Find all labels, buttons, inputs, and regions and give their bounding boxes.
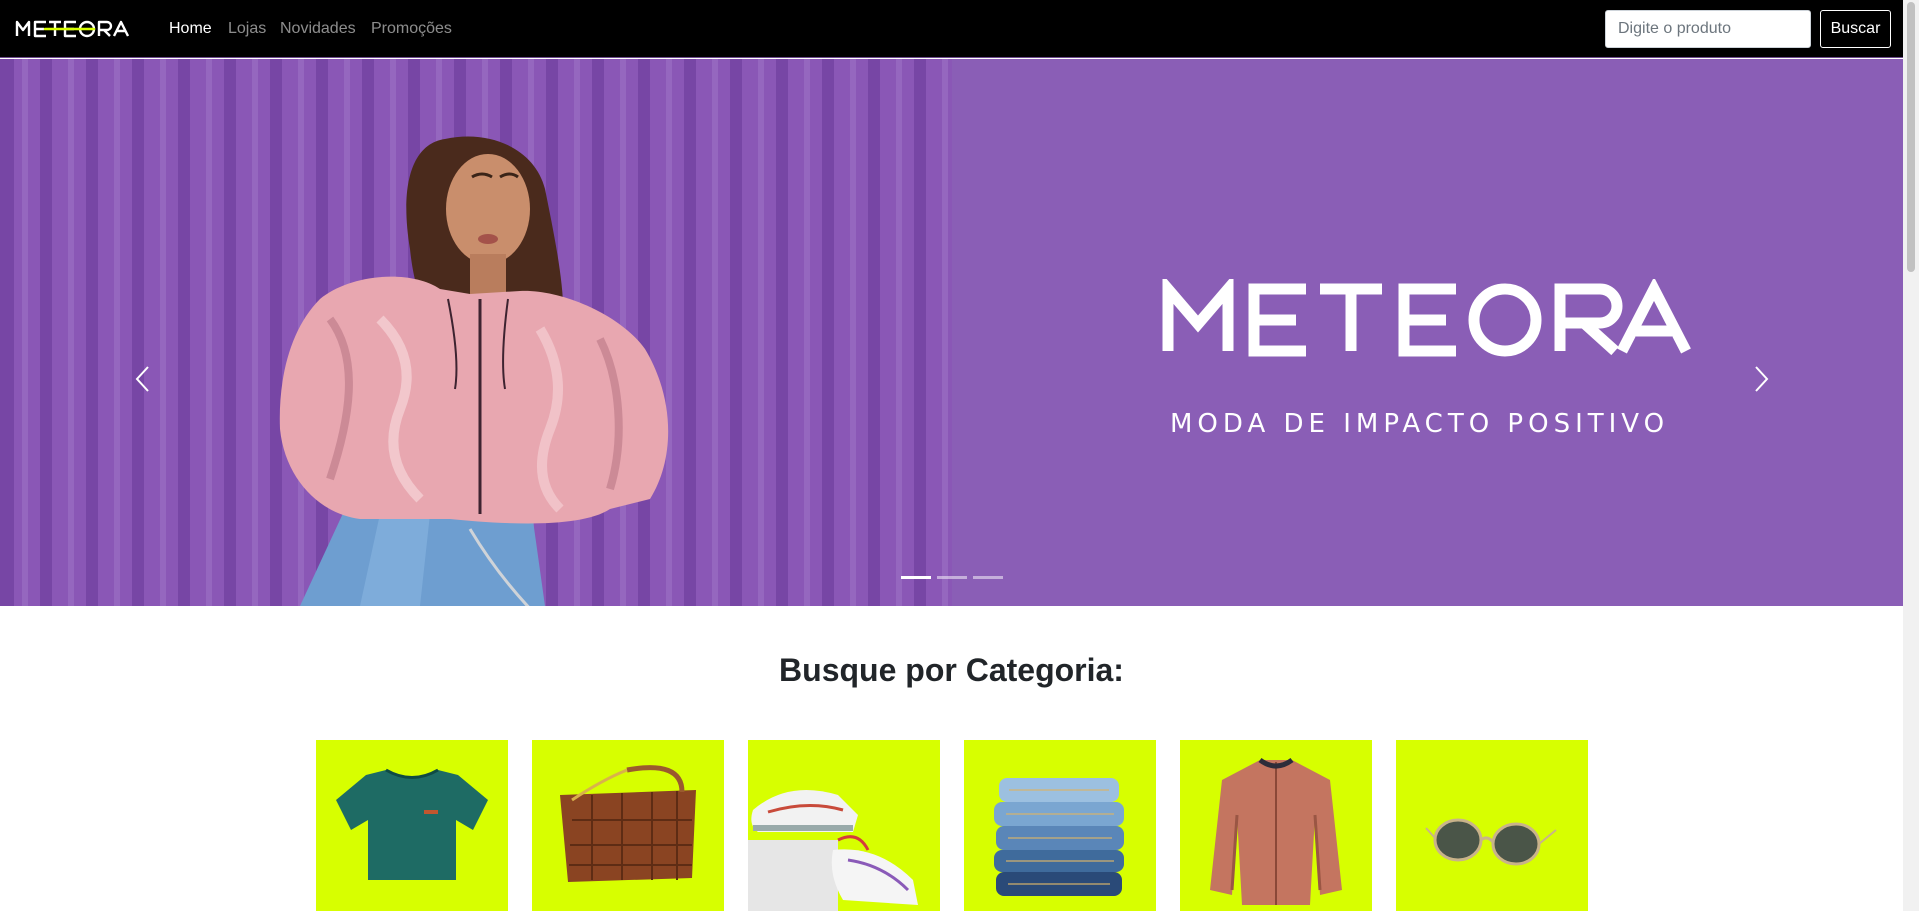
carousel-indicators xyxy=(901,576,1005,580)
category-card-bag[interactable] xyxy=(532,740,724,911)
category-card-sunglasses[interactable] xyxy=(1396,740,1588,911)
nav-link-home[interactable]: Home xyxy=(169,19,212,39)
search-button[interactable]: Buscar xyxy=(1820,10,1891,48)
jeans-icon xyxy=(994,778,1124,896)
page-scrollbar[interactable] xyxy=(1903,0,1919,911)
sneakers-icon xyxy=(748,790,918,911)
meteora-logo[interactable] xyxy=(15,19,141,39)
category-card-tshirt[interactable] xyxy=(316,740,508,911)
nav-link-novidades[interactable]: Novidades xyxy=(280,19,356,39)
nav-link-promocoes[interactable]: Promoções xyxy=(371,19,452,39)
nav-link-lojas[interactable]: Lojas xyxy=(228,19,266,39)
jacket-icon xyxy=(1210,757,1342,905)
chevron-left-icon xyxy=(135,366,149,392)
carousel-indicator-2[interactable] xyxy=(937,576,967,579)
category-card-jacket[interactable] xyxy=(1180,740,1372,911)
category-card-jeans[interactable] xyxy=(964,740,1156,911)
hero-model-photo xyxy=(0,59,952,606)
carousel-indicator-1[interactable] xyxy=(901,576,931,579)
category-section-title: Busque por Categoria: xyxy=(779,652,1124,688)
carousel-prev-button[interactable] xyxy=(128,359,158,399)
category-card-sneakers[interactable] xyxy=(748,740,940,911)
chevron-right-icon xyxy=(1755,366,1769,392)
t-shirt-icon xyxy=(336,768,488,880)
search-input[interactable] xyxy=(1605,10,1811,48)
hero-carousel: MODA DE IMPACTO POSITIVO xyxy=(0,59,1903,606)
hero-tagline: MODA DE IMPACTO POSITIVO xyxy=(1170,409,1670,439)
bag-icon xyxy=(560,765,696,882)
carousel-next-button[interactable] xyxy=(1746,359,1776,399)
top-navbar: Home Lojas Novidades Promoções Buscar xyxy=(0,0,1903,58)
hero-brand-logo xyxy=(1160,274,1700,364)
sunglasses-icon xyxy=(1425,818,1557,866)
scrollbar-thumb[interactable] xyxy=(1907,2,1915,272)
carousel-indicator-3[interactable] xyxy=(973,576,1003,579)
